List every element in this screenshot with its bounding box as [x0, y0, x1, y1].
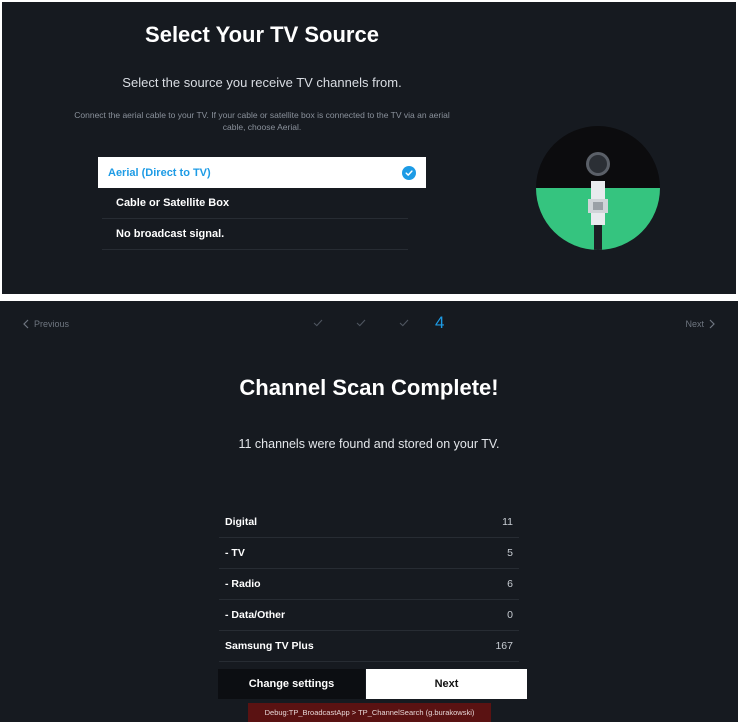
source-option-label: Cable or Satellite Box: [116, 197, 230, 209]
result-row-radio: - Radio 6: [219, 569, 519, 600]
previous-label: Previous: [34, 319, 70, 329]
source-option-label: No broadcast signal.: [116, 228, 225, 240]
chevron-right-icon: [709, 319, 715, 329]
result-row-data-other: - Data/Other 0: [219, 600, 519, 631]
debug-bar: Debug:TP_BroadcastApp > TP_ChannelSearch…: [248, 703, 491, 722]
result-value: 11: [502, 516, 513, 528]
result-label: - TV: [225, 547, 245, 559]
result-value: 5: [507, 547, 513, 559]
result-row-samsung-tv-plus: Samsung TV Plus 167: [219, 631, 519, 662]
page-title: Channel Scan Complete!: [239, 375, 499, 400]
page-title: Select Your TV Source: [145, 22, 379, 47]
change-settings-button[interactable]: Change settings: [218, 669, 365, 699]
result-label: Samsung TV Plus: [225, 640, 314, 652]
selected-check-icon: [402, 165, 416, 180]
source-option-list: Aerial (Direct to TV) Cable or Satellite…: [98, 157, 426, 250]
next-nav-button[interactable]: Next: [685, 319, 716, 329]
page-description: Connect the aerial cable to your TV. If …: [74, 110, 450, 132]
source-option-cable-satellite[interactable]: Cable or Satellite Box: [102, 188, 408, 219]
current-step-number: 4: [435, 313, 445, 332]
aerial-cable-icon: [536, 126, 660, 250]
step-indicator: 4: [296, 313, 444, 333]
next-nav-label: Next: [685, 319, 704, 329]
page-subtitle: Select the source you receive TV channel…: [122, 75, 402, 90]
result-label: - Radio: [225, 578, 261, 590]
tv-source-panel: Select Your TV Source Select the source …: [2, 2, 736, 294]
result-value: 0: [507, 609, 513, 621]
channel-scan-panel: Previous 4 Next Channel Scan Complete! 1…: [0, 301, 738, 722]
page-subtitle: 11 channels were found and stored on you…: [238, 437, 500, 451]
step-complete-check-icon: [382, 319, 425, 327]
result-value: 167: [495, 640, 513, 652]
step-complete-check-icon: [339, 319, 382, 327]
source-option-label: Aerial (Direct to TV): [108, 166, 211, 179]
channel-results-table: Digital 11 - TV 5 - Radio 6 - Data/Other…: [219, 507, 519, 662]
result-row-tv: - TV 5: [219, 538, 519, 569]
result-label: - Data/Other: [225, 609, 286, 621]
next-button[interactable]: Next: [366, 669, 527, 699]
result-value: 6: [507, 578, 513, 590]
previous-button[interactable]: Previous: [22, 319, 69, 329]
source-option-no-signal[interactable]: No broadcast signal.: [102, 219, 408, 250]
source-option-aerial[interactable]: Aerial (Direct to TV): [98, 157, 426, 188]
result-label: Digital: [225, 516, 258, 528]
chevron-left-icon: [23, 319, 29, 329]
result-row-digital: Digital 11: [219, 507, 519, 538]
step-complete-check-icon: [296, 319, 339, 327]
